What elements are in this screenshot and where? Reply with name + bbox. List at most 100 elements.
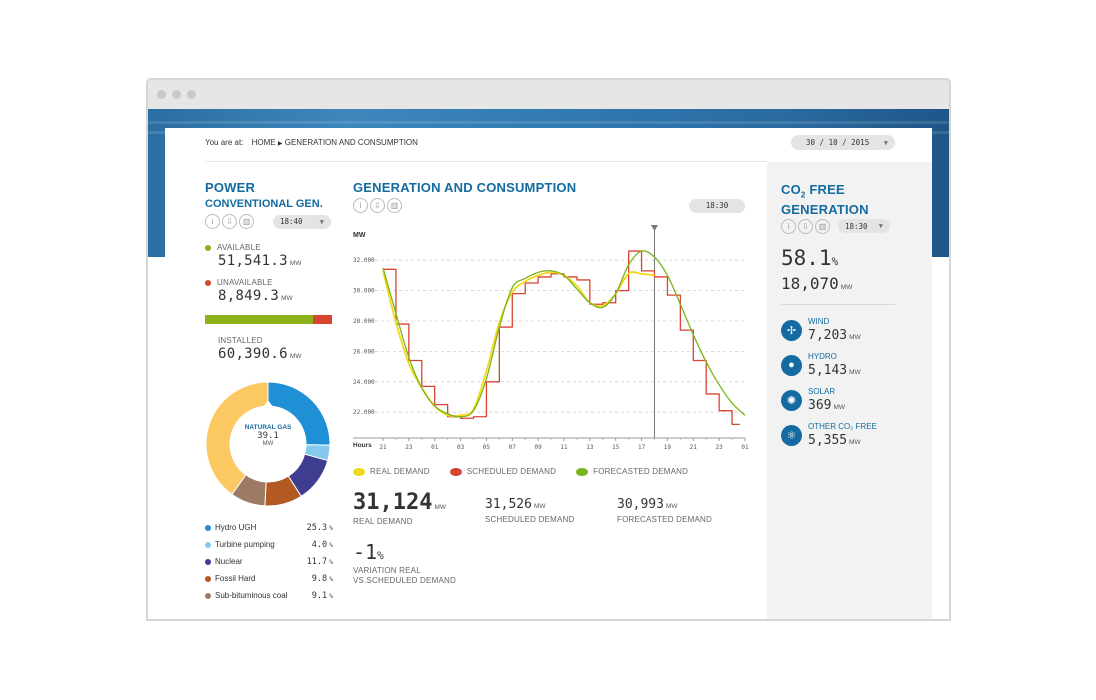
available-value: 51,541.3 <box>218 253 288 269</box>
x-tick-label: 23 <box>716 444 724 451</box>
installed-label: INSTALLED <box>218 336 263 345</box>
info-icon[interactable]: i <box>781 218 796 234</box>
generation-title: GENERATION AND CONSUMPTION <box>353 180 577 195</box>
eye-icon <box>576 467 589 476</box>
legend-real-demand[interactable]: REAL DEMAND <box>353 467 430 476</box>
y-tick-label: 26.000 <box>353 348 375 355</box>
availability-bar-fill <box>205 315 314 324</box>
series-line-forecasted-demand[interactable] <box>382 250 746 418</box>
legend-bullet <box>205 558 211 565</box>
co2-free-panel: CO2 FREE GENERATION i ⇩ ▥ 18:30 ▼ 58.1% … <box>767 162 932 619</box>
co2-item-value: 7,203 <box>808 327 848 343</box>
power-panel: POWER CONVENTIONAL GEN. i ⇩ ▥ 18:40 ▼ AV… <box>205 180 345 604</box>
window-minimize-dot[interactable] <box>172 90 181 99</box>
demand-line-chart[interactable]: MW 32.000 30.000 28.000 26.000 24.000 22.000 Ho… <box>353 215 763 461</box>
date-selector[interactable]: 30 / 10 / 2015 ▼ <box>791 135 895 150</box>
atom-icon: ⚛ <box>781 424 802 446</box>
legend-bullet <box>205 524 211 531</box>
legend-bullet <box>205 541 211 548</box>
co2-time-selector[interactable]: 18:30 ▼ <box>838 219 890 234</box>
scheduled-demand-unit: MW <box>533 503 546 510</box>
legend-item[interactable]: Nuclear 11.7% <box>205 553 333 570</box>
real-demand-unit: MW <box>434 504 447 511</box>
installed-unit: MW <box>289 353 302 360</box>
co2-free-item[interactable]: ✺ SOLAR 369 MW <box>781 383 932 418</box>
co2-item-unit: MW <box>849 333 861 341</box>
generation-time-badge[interactable]: 18:30 <box>689 198 745 213</box>
generation-mix-legend: Hydro UGH 25.3% Turbine pumping 4.0% Nuclear… <box>205 519 333 604</box>
co2-item-unit: MW <box>849 438 861 446</box>
co2-item-value: 369 <box>808 397 832 413</box>
window-maximize-dot[interactable] <box>187 90 196 99</box>
download-icon[interactable]: ⇩ <box>798 218 813 234</box>
forecasted-demand-unit: MW <box>665 503 678 510</box>
legend-forecasted-label: FORECASTED DEMAND <box>593 467 689 476</box>
available-bullet <box>205 244 211 251</box>
unavailable-label: UNAVAILABLE <box>217 278 273 287</box>
divider <box>205 161 767 162</box>
download-icon[interactable]: ⇩ <box>370 198 385 213</box>
unavailable-unit: MW <box>281 295 293 302</box>
co2-title-line2: GENERATION <box>781 201 869 217</box>
window-close-dot[interactable] <box>157 90 166 99</box>
co2-mw-unit: MW <box>840 283 853 291</box>
x-tick-label: 07 <box>509 444 517 451</box>
download-icon[interactable]: ⇩ <box>222 214 237 229</box>
x-tick-label: 17 <box>638 444 646 451</box>
legend-name: Turbine pumping <box>215 540 275 549</box>
chart-icon[interactable]: ▥ <box>239 214 254 229</box>
co2-item-label: WIND <box>808 316 830 326</box>
x-tick-label: 01 <box>431 444 439 451</box>
y-tick-label: 24.000 <box>353 379 375 386</box>
power-title: POWER <box>205 180 256 195</box>
co2-free-item[interactable]: ✢ WIND 7,203 MW <box>781 313 932 348</box>
y-tick-label: 28.000 <box>353 318 375 325</box>
breadcrumb-separator-icon: ▶ <box>277 141 283 147</box>
variation-label-2: VS.SCHEDULED DEMAND <box>353 576 456 585</box>
real-demand-value: 31,124 <box>353 490 433 515</box>
eye-icon <box>449 467 462 476</box>
legend-bullet <box>205 575 211 582</box>
legend-scheduled-demand[interactable]: SCHEDULED DEMAND <box>449 467 557 476</box>
donut-center-unit: MW <box>262 441 274 447</box>
generation-time-value: 18:30 <box>705 201 729 210</box>
legend-pct: 4.0% <box>299 540 333 550</box>
co2-free-item[interactable]: ● HYDRO 5,143 MW <box>781 348 932 383</box>
co2-item-label: SOLAR <box>808 386 836 396</box>
co2-percent-unit: % <box>831 254 839 268</box>
info-icon[interactable]: i <box>353 198 368 213</box>
legend-item[interactable]: Turbine pumping 4.0% <box>205 536 333 553</box>
breadcrumb-label: You are at: <box>205 138 244 147</box>
legend-item[interactable]: Fossil Hard 9.8% <box>205 570 333 587</box>
chart-icon[interactable]: ▥ <box>387 198 402 213</box>
legend-forecasted-demand[interactable]: FORECASTED DEMAND <box>576 467 688 476</box>
breadcrumb-current: GENERATION AND CONSUMPTION <box>284 138 418 147</box>
chart-icon[interactable]: ▥ <box>815 218 830 234</box>
dashboard-page: You are at: HOME ▶ GENERATION AND CONSUM… <box>165 128 932 619</box>
power-time-value: 18:40 <box>280 217 303 226</box>
forecasted-demand-label: FORECASTED DEMAND <box>617 515 712 524</box>
scheduled-demand-label: SCHEDULED DEMAND <box>485 515 575 524</box>
legend-bullet <box>205 592 211 599</box>
unavailable-bullet <box>205 279 211 286</box>
legend-scheduled-label: SCHEDULED DEMAND <box>466 467 557 476</box>
legend-pct-value: 25.3 <box>306 522 328 533</box>
power-subtitle: CONVENTIONAL GEN. <box>205 198 323 210</box>
legend-name: Hydro UGH <box>215 523 257 532</box>
legend-pct-value: 9.8 <box>311 573 328 584</box>
x-tick-label: 23 <box>405 444 413 451</box>
breadcrumb-home-link[interactable]: HOME <box>252 138 276 147</box>
legend-item[interactable]: Sub-bituminous coal 9.1% <box>205 587 333 604</box>
co2-free-item[interactable]: ⚛ OTHER CO₂ FREE 5,355 MW <box>781 418 932 453</box>
series-line-scheduled-demand[interactable] <box>383 250 740 426</box>
info-icon[interactable]: i <box>205 214 220 229</box>
legend-item[interactable]: Hydro UGH 25.3% <box>205 519 333 536</box>
series-line-real-demand[interactable] <box>382 270 655 418</box>
browser-titlebar <box>148 80 949 109</box>
x-tick-label: 21 <box>379 444 387 451</box>
available-unit: MW <box>289 260 302 267</box>
co2-item-label: OTHER CO₂ FREE <box>808 421 877 431</box>
power-time-selector[interactable]: 18:40 ▼ <box>273 214 331 229</box>
variation-value: -1 <box>353 540 378 564</box>
x-tick-label: 03 <box>457 444 465 451</box>
